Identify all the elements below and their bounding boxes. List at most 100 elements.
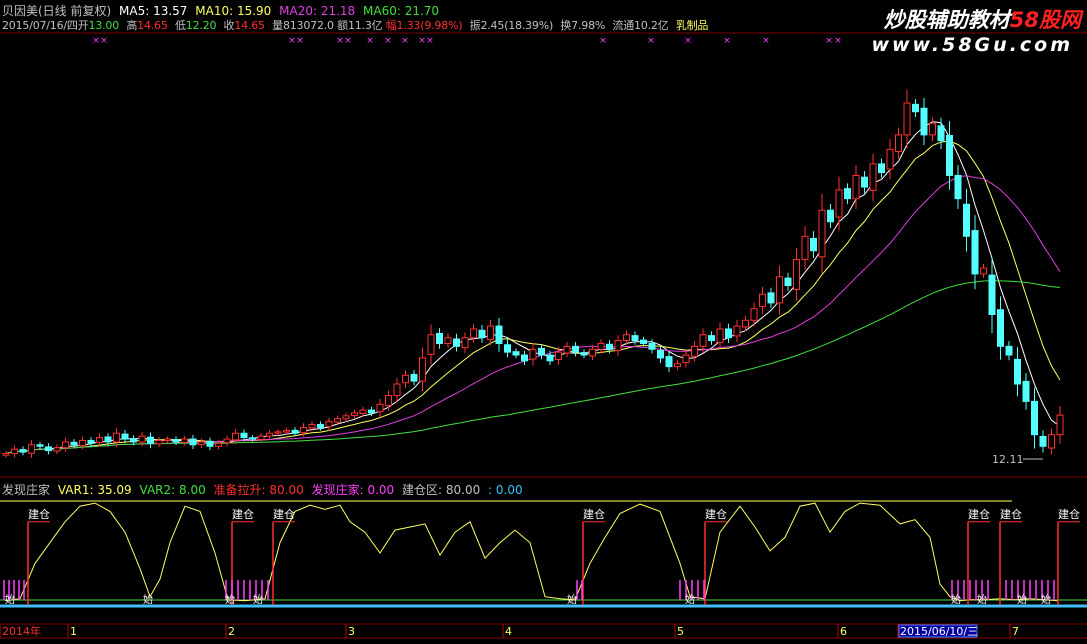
sector-value: 乳制品 [675, 19, 709, 32]
candle-body [62, 441, 69, 449]
ma20-value: MA20: 21.18 [279, 4, 356, 18]
low-price-label: 12.11 [992, 453, 1024, 466]
kline-chart[interactable]: × × × × × × × × × × × × × × × × × × 建仓 建仓 建仓 建仓 建仓 建仓 建仓 建仓始始始始始… [0, 0, 1087, 644]
watermark-main-red: 58股网 [1009, 8, 1081, 32]
candle-body [291, 429, 299, 434]
build-label: 建仓 [1058, 507, 1080, 521]
candle-body [716, 328, 724, 343]
candle-body [912, 103, 919, 113]
start-label: 始 [951, 593, 961, 606]
candle-body [393, 383, 401, 397]
candle-body [835, 189, 843, 218]
candle-body [257, 435, 265, 440]
amount-value: 额11.3亿 [337, 19, 383, 32]
build-label: 建仓 [583, 507, 605, 521]
candle-body [869, 163, 877, 192]
start-label: 始 [253, 593, 263, 606]
candle-body [1039, 435, 1047, 447]
high-label: 高 [126, 19, 138, 32]
ma10-value: MA10: 15.90 [195, 4, 272, 18]
candle-body [325, 421, 333, 428]
start-label: 始 [977, 593, 987, 606]
candle-body [147, 436, 154, 444]
candle-body [546, 354, 554, 362]
candle-body [682, 354, 690, 363]
signal-mark: × [296, 36, 304, 46]
candle-body [988, 274, 996, 315]
candle-body [954, 174, 962, 200]
start-label: 始 [685, 593, 695, 606]
candle-body [1048, 434, 1055, 449]
xaxis-label: 6 [840, 625, 847, 638]
candle-body [487, 325, 494, 340]
candle-body [334, 418, 341, 423]
candle-body [470, 328, 477, 339]
ma20-line [5, 175, 1061, 454]
xaxis-label: 2 [228, 625, 235, 638]
candle-body [529, 348, 537, 360]
candle-body [104, 436, 112, 443]
candle-body [410, 373, 418, 382]
candle-body [759, 293, 766, 308]
change-value: 幅1.33(9.98%) [385, 19, 463, 32]
build-label: 建仓 [273, 507, 295, 521]
candle-body [1005, 345, 1013, 356]
candle-body [963, 203, 970, 237]
candle-body [249, 437, 256, 440]
candle-body [844, 188, 851, 200]
found-value: 发现庄家: 0.00 [311, 483, 395, 497]
candle-body [444, 337, 452, 344]
signal-mark: × [684, 36, 692, 46]
candle-body [461, 337, 469, 349]
watermark-url: www.58Gu.com [871, 34, 1073, 56]
signal-mark: × [599, 36, 607, 46]
candle-body [96, 437, 103, 444]
candle-body [427, 334, 435, 355]
candle-body [521, 354, 528, 362]
build-label: 建仓 [705, 507, 727, 521]
candle-body [784, 277, 792, 287]
candle-body [937, 125, 945, 142]
candle-body [895, 134, 902, 153]
turnover-value: 换7.98% [560, 19, 606, 32]
candle-body [70, 441, 78, 446]
ma10-line [5, 140, 1061, 454]
prepare-value: 准备拉升: 80.00 [213, 483, 304, 497]
candle-body [198, 441, 205, 445]
watermark-logo: 炒股辅助教材58股网 [884, 4, 1081, 34]
ma60-value: MA60: 21.70 [363, 4, 440, 18]
xaxis-label: 5 [677, 625, 684, 638]
candle-body [478, 329, 486, 339]
candle-body [674, 363, 681, 368]
candle-body [504, 344, 511, 353]
candle-body [810, 237, 817, 252]
build-label: 建仓 [232, 507, 254, 521]
build-label: 建仓 [28, 507, 50, 521]
candle-body [274, 431, 282, 434]
ma5-value: MA5: 13.57 [119, 4, 188, 18]
candle-body [45, 446, 52, 452]
start-label: 始 [1017, 593, 1027, 606]
candle-body [19, 449, 27, 453]
candle-body [300, 426, 307, 433]
candle-body [130, 438, 137, 443]
signal-mark: × [834, 36, 842, 46]
signal-mark: × [762, 36, 770, 46]
candle-body [453, 338, 460, 347]
candle-body [878, 163, 885, 174]
candle-body [555, 351, 562, 361]
start-label: 始 [143, 593, 153, 606]
start-label: 始 [567, 593, 577, 606]
chart-header-line2: 2015/07/16/四开13.00 高14.65 低12.20 收14.65 … [2, 17, 712, 33]
candle-body [419, 357, 426, 382]
candle-body [699, 334, 707, 347]
signal-mark: × [401, 36, 409, 46]
candle-body [36, 444, 44, 447]
candle-body [538, 347, 545, 356]
candle-body [317, 424, 324, 428]
candle-body [351, 412, 358, 416]
signal-mark: × [344, 36, 352, 46]
candle-body [691, 345, 698, 357]
candle-body [376, 403, 384, 413]
candle-body [172, 438, 180, 443]
